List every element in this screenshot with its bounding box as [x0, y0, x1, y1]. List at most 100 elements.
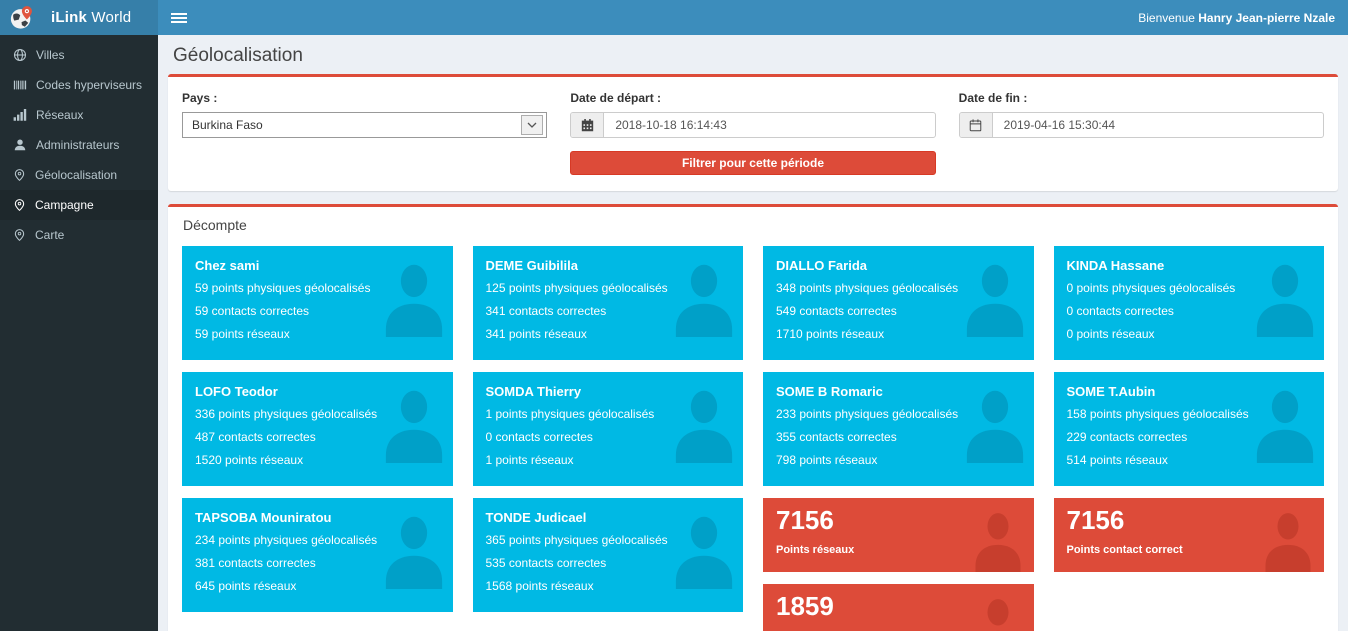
agent-stat-line: 229 contacts correctes — [1067, 430, 1245, 444]
agent-stat-card: SOMDA Thierry1 points physiques géolocal… — [473, 372, 744, 486]
calendar-icon — [571, 113, 604, 137]
end-date-input-group: 2019-04-16 15:30:44 — [959, 112, 1324, 138]
agent-name: KINDA Hassane — [1067, 258, 1245, 273]
agent-stat-card: TAPSOBA Mouniratou234 points physiques g… — [182, 498, 453, 612]
agent-stat-card: LOFO Teodor336 points physiques géolocal… — [182, 372, 453, 486]
filter-panel: Pays : Burkina Faso Date de départ : — [168, 74, 1338, 191]
user-silhouette-icon — [674, 387, 734, 463]
decompte-card-grid: Chez sami 59 points physiques géolocalisé… — [168, 242, 1338, 631]
sidebar-item-campagne[interactable]: Campagne — [0, 190, 158, 220]
agent-stat-line: 487 contacts correctes — [195, 430, 373, 444]
sidebar-item-label: Codes hyperviseurs — [36, 78, 142, 92]
decompte-panel: Décompte Chez sami 59 points physiques gé… — [168, 204, 1338, 631]
card-column: DEME Guibilila125 points physiques géolo… — [473, 246, 744, 631]
sidebar-item-label: Géolocalisation — [35, 168, 117, 182]
agent-stat-card: SOME T.Aubin158 points physiques géoloca… — [1054, 372, 1325, 486]
summary-value: 7156 — [1067, 506, 1255, 535]
sidebar-item-label: Campagne — [35, 198, 94, 212]
agent-stat-line: 381 contacts correctes — [195, 556, 373, 570]
user-silhouette-icon — [1255, 261, 1315, 337]
sidebar-item-villes[interactable]: Villes — [0, 40, 158, 70]
agent-stat-line: 233 points physiques géolocalisés — [776, 407, 954, 421]
brand-title-light: World — [87, 9, 131, 26]
globe-icon — [13, 48, 27, 62]
sidebar-item-label: Villes — [36, 48, 64, 62]
page-title: Géolocalisation — [173, 45, 1333, 67]
agent-stat-card: DEME Guibilila125 points physiques géolo… — [473, 246, 744, 360]
summary-total-card: 1859Points physiques géolocalisés — [763, 584, 1034, 631]
agent-stat-line: 535 contacts correctes — [486, 556, 664, 570]
summary-value: 1859 — [776, 592, 964, 621]
sidebar-item-g-olocalisation[interactable]: Géolocalisation — [0, 160, 158, 190]
agent-stat-line: 0 contacts correctes — [1067, 304, 1245, 318]
country-select-value: Burkina Faso — [192, 118, 263, 132]
agent-stat-line: 1520 points réseaux — [195, 453, 373, 467]
main-content: Géolocalisation Pays : Burkina Faso Date… — [158, 0, 1348, 631]
country-select[interactable]: Burkina Faso — [182, 112, 547, 138]
decompte-title: Décompte — [168, 207, 1338, 242]
user-silhouette-icon — [965, 387, 1025, 463]
welcome-user-name: Hanry Jean-pierre Nzale — [1198, 11, 1335, 25]
agent-stat-line: 1 points réseaux — [486, 453, 664, 467]
agent-name: TAPSOBA Mouniratou — [195, 510, 373, 525]
start-date-input-group: 2018-10-18 16:14:43 — [570, 112, 935, 138]
user-silhouette-icon — [965, 261, 1025, 337]
agent-stat-card: KINDA Hassane 0 points physiques géolocal… — [1054, 246, 1325, 360]
card-column: Chez sami 59 points physiques géolocalisé… — [182, 246, 453, 631]
agent-stat-line: 1568 points réseaux — [486, 579, 664, 593]
agent-stat-card: SOME B Romaric233 points physiques géolo… — [763, 372, 1034, 486]
sidebar-item-r-seaux[interactable]: Réseaux — [0, 100, 158, 130]
map-marker-icon — [13, 228, 26, 242]
user-icon — [13, 138, 27, 152]
user-silhouette-icon — [674, 513, 734, 589]
agent-stat-line: 158 points physiques géolocalisés — [1067, 407, 1245, 421]
agent-name: DIALLO Farida — [776, 258, 954, 273]
signal-bars-icon — [13, 108, 27, 122]
map-marker-icon — [13, 168, 26, 182]
agent-stat-card: Chez sami 59 points physiques géolocalisé… — [182, 246, 453, 360]
brand-title-bold: iLink — [51, 9, 87, 26]
sidebar-nav: Villes Codes hyperviseurs RéseauxAdministr… — [0, 35, 158, 631]
user-silhouette-icon — [974, 510, 1022, 572]
agent-stat-line: 0 contacts correctes — [486, 430, 664, 444]
end-date-input[interactable]: 2019-04-16 15:30:44 — [993, 113, 1323, 137]
start-date-input[interactable]: 2018-10-18 16:14:43 — [604, 113, 934, 137]
welcome-text: Bienvenue Hanry Jean-pierre Nzale — [1138, 11, 1335, 25]
agent-name: Chez sami — [195, 258, 373, 273]
sidebar-item-codes-hyperviseurs[interactable]: Codes hyperviseurs — [0, 70, 158, 100]
brand-logo: iLink World — [0, 0, 158, 35]
agent-name: DEME Guibilila — [486, 258, 664, 273]
user-silhouette-icon — [384, 387, 444, 463]
sidebar-item-carte[interactable]: Carte — [0, 220, 158, 250]
agent-stat-line: 0 points physiques géolocalisés — [1067, 281, 1245, 295]
agent-stat-line: 341 contacts correctes — [486, 304, 664, 318]
sidebar-toggle-menu-icon[interactable] — [171, 11, 187, 25]
agent-name: SOMDA Thierry — [486, 384, 664, 399]
agent-stat-line: 355 contacts correctes — [776, 430, 954, 444]
user-silhouette-icon — [1264, 510, 1312, 572]
start-date-label: Date de départ : — [570, 91, 935, 105]
agent-stat-card: DIALLO Farida 348 points physiques géoloc… — [763, 246, 1034, 360]
summary-total-card: 7156Points réseaux — [763, 498, 1034, 572]
agent-name: LOFO Teodor — [195, 384, 373, 399]
agent-name: TONDE Judicael — [486, 510, 664, 525]
agent-stat-line: 348 points physiques géolocalisés — [776, 281, 954, 295]
summary-value: 7156 — [776, 506, 964, 535]
agent-stat-line: 59 points physiques géolocalisés — [195, 281, 373, 295]
user-silhouette-icon — [384, 513, 444, 589]
barcode-icon — [13, 78, 27, 92]
calendar-outline-icon — [960, 113, 993, 137]
agent-stat-line: 59 contacts correctes — [195, 304, 373, 318]
filter-period-button[interactable]: Filtrer pour cette période — [570, 151, 935, 175]
welcome-prefix: Bienvenue — [1138, 11, 1198, 25]
card-column: KINDA Hassane 0 points physiques géolocal… — [1054, 246, 1325, 631]
map-marker-icon — [13, 198, 26, 212]
globe-pin-logo-icon — [9, 5, 35, 31]
agent-stat-line: 514 points réseaux — [1067, 453, 1245, 467]
agent-stat-line: 59 points réseaux — [195, 327, 373, 341]
agent-stat-line: 341 points réseaux — [486, 327, 664, 341]
sidebar-menu: Villes Codes hyperviseurs RéseauxAdministr… — [0, 40, 158, 250]
sidebar-item-administrateurs[interactable]: Administrateurs — [0, 130, 158, 160]
agent-stat-line: 549 contacts correctes — [776, 304, 954, 318]
user-silhouette-icon — [1255, 387, 1315, 463]
